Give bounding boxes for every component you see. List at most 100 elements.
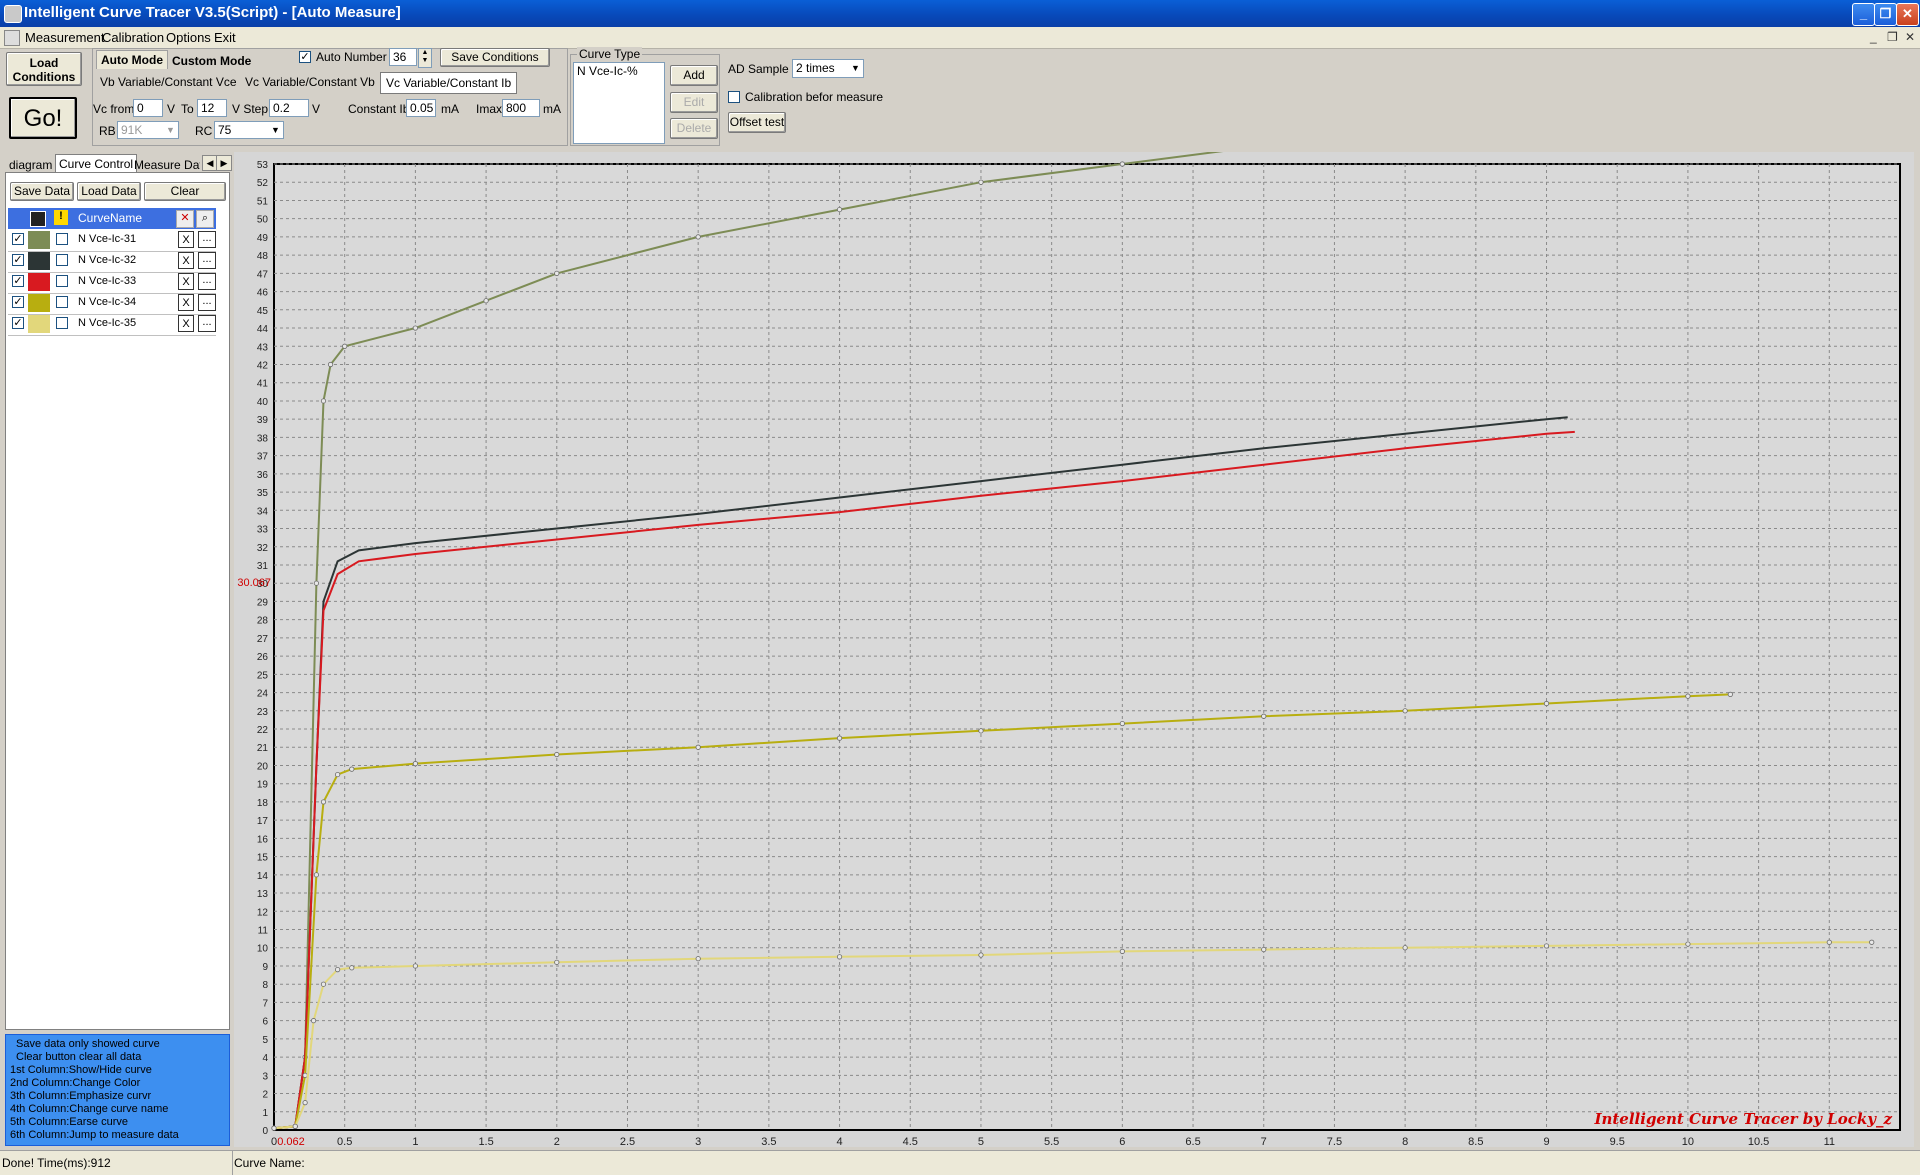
submode-vb-variable[interactable]: Vb Variable/Constant Vce — [100, 75, 237, 89]
emphasize-checkbox[interactable] — [56, 317, 68, 329]
close-button[interactable]: ✕ — [1896, 3, 1919, 26]
curve-name[interactable]: N Vce-Ic-31 — [78, 233, 136, 245]
curve-color-swatch[interactable] — [28, 273, 50, 291]
ad-sample-dropdown-icon[interactable]: ▼ — [851, 63, 860, 73]
erase-curve-button[interactable]: X — [178, 315, 194, 332]
clear-button[interactable]: Clear — [144, 182, 226, 201]
jump-to-data-button[interactable]: ... — [198, 273, 216, 290]
menu-calibration[interactable]: Calibration — [102, 30, 164, 45]
curve-name-status: Curve Name: — [234, 1156, 305, 1170]
curve-name[interactable]: N Vce-Ic-33 — [78, 275, 136, 287]
tab-auto-mode[interactable]: Auto Mode — [96, 50, 168, 69]
step-input[interactable]: 0.2 — [269, 99, 309, 117]
offset-test-button[interactable]: Offset test — [728, 112, 786, 133]
tab-scroll-right-icon[interactable]: ▶ — [216, 155, 232, 171]
edit-button[interactable]: Edit — [670, 92, 718, 113]
mdi-close-button[interactable]: ✕ — [1905, 30, 1915, 44]
erase-curve-button[interactable]: X — [178, 273, 194, 290]
curve-color-swatch[interactable] — [28, 252, 50, 270]
erase-curve-button[interactable]: X — [178, 231, 194, 248]
auto-number-input[interactable]: 36 — [389, 48, 417, 66]
x-tick-label: 4 — [837, 1136, 843, 1147]
document-icon[interactable] — [4, 30, 20, 46]
curve-row[interactable]: ✓ N Vce-Ic-35 X... — [8, 314, 216, 336]
curve-chart[interactable]: 0 0.5 1 1.5 2 2.5 3 3.5 4 4.5 5 5.5 6 6.5 7 7.5 8 8.5 9 9.5… — [234, 121, 1914, 1148]
save-data-button[interactable]: Save Data — [10, 182, 74, 201]
y-tick-label: 25 — [257, 670, 269, 681]
tab-measure-data[interactable]: Measure Data — [134, 158, 200, 172]
save-conditions-button[interactable]: Save Conditions — [440, 48, 550, 67]
minimize-button[interactable]: _ — [1852, 3, 1875, 26]
show-curve-checkbox[interactable]: ✓ — [12, 296, 24, 308]
to-input[interactable]: 12 — [197, 99, 227, 117]
jump-to-data-button[interactable]: ... — [198, 231, 216, 248]
emphasize-checkbox[interactable] — [56, 296, 68, 308]
calibration-checkbox[interactable] — [728, 91, 740, 103]
curve-point — [349, 965, 355, 971]
rb-label: RB — [99, 124, 116, 138]
jump-to-data-button[interactable]: ... — [198, 315, 216, 332]
curve-row[interactable]: ✓ N Vce-Ic-34 X... — [8, 293, 216, 315]
auto-number-checkbox[interactable]: ✓ — [299, 51, 311, 63]
show-curve-checkbox[interactable]: ✓ — [12, 275, 24, 287]
show-curve-checkbox[interactable]: ✓ — [12, 233, 24, 245]
auto-number-spinner[interactable]: ▲ ▼ — [418, 48, 432, 68]
x-tick-label: 4.5 — [903, 1136, 918, 1147]
tab-diagram[interactable]: diagram — [9, 158, 52, 172]
curve-row[interactable]: ✓ N Vce-Ic-33 X... — [8, 272, 216, 294]
show-curve-checkbox[interactable]: ✓ — [12, 317, 24, 329]
tab-curve-control[interactable]: Curve Control — [55, 154, 138, 173]
emphasize-checkbox[interactable] — [56, 275, 68, 287]
load-data-button[interactable]: Load Data — [77, 182, 141, 201]
submode-vc-variable-ib[interactable]: Vc Variable/Constant Ib — [380, 72, 518, 94]
rc-dropdown-icon[interactable]: ▼ — [271, 125, 280, 135]
curve-name[interactable]: N Vce-Ic-35 — [78, 317, 136, 329]
title-bar: Intelligent Curve Tracer V3.5(Script) - … — [0, 0, 1920, 27]
curve-row[interactable]: ✓ N Vce-Ic-32 X... — [8, 251, 216, 273]
curve-point — [836, 954, 843, 960]
auto-number-label: Auto Number — [316, 50, 387, 64]
y-tick-label: 31 — [257, 561, 269, 572]
load-conditions-button[interactable]: Load Conditions — [6, 52, 82, 86]
curve-row[interactable]: ✓ N Vce-Ic-31 X... — [8, 230, 216, 252]
jump-to-data-button[interactable]: ... — [198, 294, 216, 311]
menu-exit[interactable]: Exit — [214, 30, 236, 45]
curve-color-swatch[interactable] — [28, 231, 50, 249]
curve-color-swatch[interactable] — [28, 315, 50, 333]
emphasize-checkbox[interactable] — [56, 233, 68, 245]
vc-from-input[interactable]: 0 — [133, 99, 163, 117]
menu-measurement[interactable]: Measurement — [25, 30, 104, 45]
curve-color-swatch[interactable] — [28, 294, 50, 312]
curve-point — [292, 1123, 298, 1129]
menu-options[interactable]: Options — [166, 30, 211, 45]
erase-curve-button[interactable]: X — [178, 294, 194, 311]
curve-name[interactable]: N Vce-Ic-34 — [78, 296, 136, 308]
submode-vc-variable-vb[interactable]: Vc Variable/Constant Vb — [245, 75, 375, 89]
rb-dropdown-icon[interactable]: ▼ — [166, 125, 175, 135]
emphasize-checkbox[interactable] — [56, 254, 68, 266]
erase-curve-button[interactable]: X — [178, 252, 194, 269]
chart-area[interactable]: 0 0.5 1 1.5 2 2.5 3 3.5 4 4.5 5 5.5 6 6.5 7 7.5 8 8.5 9 9.5… — [234, 121, 1914, 1148]
curve-point — [1119, 161, 1125, 167]
curve-type-list[interactable]: N Vce-Ic-% — [573, 62, 665, 144]
delete-button[interactable]: Delete — [670, 118, 718, 139]
add-button[interactable]: Add — [670, 65, 718, 86]
x-tick-label: 7 — [1261, 1136, 1267, 1147]
status-text: Done! Time(ms):912 — [2, 1156, 111, 1170]
curve-name[interactable]: N Vce-Ic-32 — [78, 254, 136, 266]
restore-button[interactable]: ❐ — [1874, 3, 1897, 26]
show-curve-checkbox[interactable]: ✓ — [12, 254, 24, 266]
imax-input[interactable]: 800 — [502, 99, 540, 117]
jump-to-data-button[interactable]: ... — [198, 252, 216, 269]
constant-ib-input[interactable]: 0.05 — [406, 99, 436, 117]
tab-custom-mode[interactable]: Custom Mode — [170, 52, 253, 70]
go-button[interactable]: Go! — [9, 97, 77, 139]
mdi-minimize-button[interactable]: _ — [1870, 30, 1877, 44]
mdi-restore-button[interactable]: ❐ — [1887, 30, 1898, 44]
y-tick-label: 16 — [257, 834, 269, 845]
help-line: 4th Column:Change curve name — [10, 1103, 169, 1115]
curve-point — [1402, 708, 1408, 714]
curve-type-item[interactable]: N Vce-Ic-% — [574, 63, 664, 79]
curve-point — [1402, 945, 1408, 951]
y-tick-label: 43 — [257, 342, 269, 353]
